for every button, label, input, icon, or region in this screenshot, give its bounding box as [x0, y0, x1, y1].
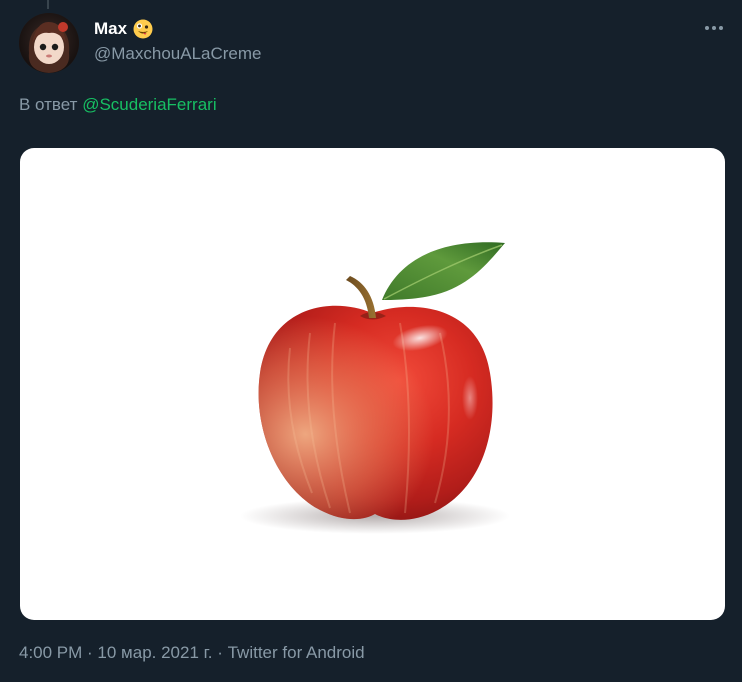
tweet-source-link[interactable]: Twitter for Android	[228, 643, 365, 662]
tweet-header: Max @MaxchouALaCreme	[94, 16, 262, 64]
meta-separator: ·	[212, 643, 228, 662]
more-dots-icon	[705, 26, 723, 30]
reply-mention-link[interactable]: @ScuderiaFerrari	[82, 95, 216, 114]
user-handle[interactable]: @MaxchouALaCreme	[94, 44, 262, 64]
thread-connector-line	[47, 0, 49, 9]
meta-separator: ·	[82, 643, 98, 662]
tweet-date[interactable]: 10 мар. 2021 г.	[97, 643, 212, 662]
reply-context: В ответ @ScuderiaFerrari	[19, 95, 217, 115]
display-name[interactable]: Max	[94, 19, 127, 39]
tweet-time[interactable]: 4:00 PM	[19, 643, 82, 662]
red-apple-image	[240, 242, 510, 534]
zany-face-emoji-icon	[133, 19, 153, 39]
name-row: Max	[94, 16, 262, 42]
avatar[interactable]	[19, 13, 79, 73]
tweet-metadata: 4:00 PM · 10 мар. 2021 г. · Twitter for …	[19, 643, 365, 663]
tweet: Max @MaxchouALaCreme В ответ @ScuderiaFe	[0, 0, 742, 682]
tweet-media-image[interactable]	[20, 148, 725, 620]
more-options-button[interactable]	[700, 17, 728, 39]
reply-prefix: В ответ	[19, 95, 78, 114]
